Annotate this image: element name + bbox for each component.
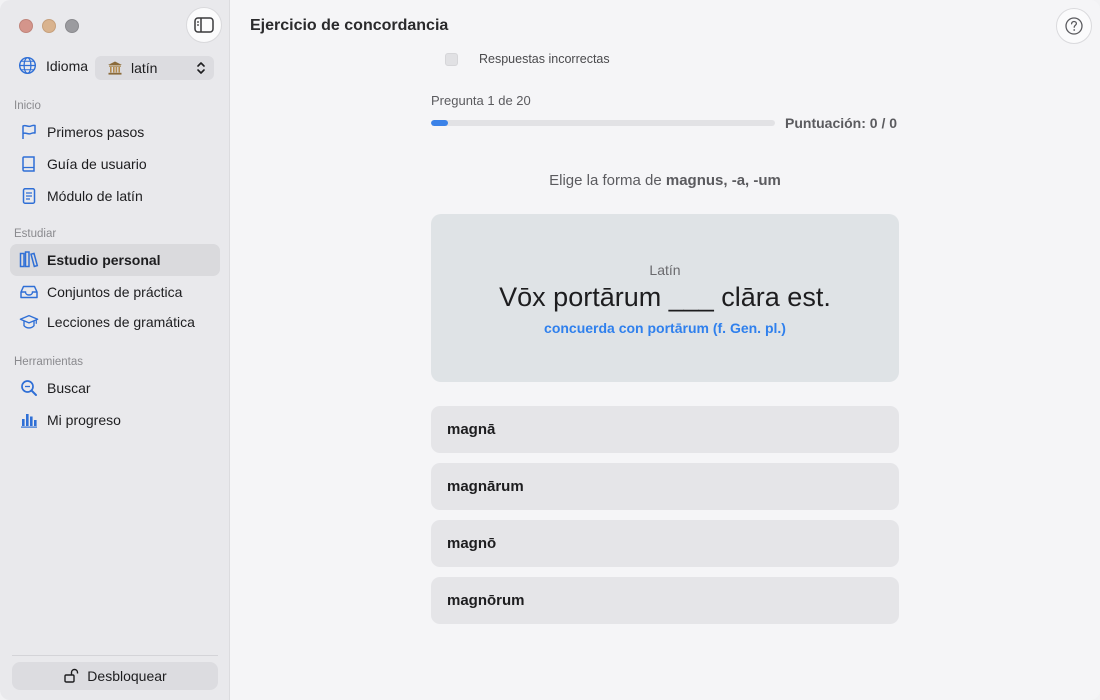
close-window-button[interactable] [19, 19, 33, 33]
language-select[interactable]: latín [95, 56, 214, 80]
incorrect-answers-checkbox[interactable] [445, 52, 458, 66]
temple-icon [108, 61, 122, 75]
sidebar-item-label: Guía de usuario [47, 156, 147, 172]
sidebar-item-label: Lecciones de gramática [47, 314, 195, 330]
sidebar-item-estudio-personal[interactable]: Estudio personal [10, 244, 220, 276]
exercise-prompt: Elige la forma de magnus, -a, -um [431, 172, 899, 189]
progress-bar [431, 120, 775, 126]
sentence-card: Latín Vōx portārum ___ clāra est. concue… [431, 214, 899, 382]
question-counter: Pregunta 1 de 20 [431, 93, 531, 108]
section-title-inicio: Inicio [14, 100, 41, 112]
answer-option[interactable]: magnō [431, 520, 899, 567]
sidebar-item-lecciones-de-gramatica[interactable]: Lecciones de gramática [10, 306, 220, 338]
language-value: latín [131, 60, 158, 76]
score-label: Puntuación: 0 / 0 [785, 115, 898, 131]
bar-chart-icon [21, 414, 37, 428]
section-title-herramientas: Herramientas [14, 356, 84, 368]
sidebar-item-label: Estudio personal [47, 252, 161, 268]
sidebar-item-primeros-pasos[interactable]: Primeros pasos [10, 116, 220, 148]
sidebar-item-guia-de-usuario[interactable]: Guía de usuario [10, 148, 220, 180]
language-label: Idioma [46, 57, 89, 74]
sidebar-toggle-button[interactable] [186, 7, 222, 43]
sidebar-item-conjuntos-de-practica[interactable]: Conjuntos de práctica [10, 276, 220, 308]
language-row: Idioma [18, 56, 88, 75]
card-language: Latín [649, 262, 681, 278]
zoom-window-button[interactable] [65, 19, 79, 33]
sidebar-item-label: Módulo de latín [47, 188, 143, 204]
sidebar-icon [194, 17, 214, 33]
unlock-icon [64, 668, 79, 683]
globe-icon [18, 56, 37, 75]
card-sentence: Vōx portārum ___ clāra est. [499, 282, 831, 312]
window-title: Ejercicio de concordancia [250, 17, 449, 34]
flag-icon [22, 124, 36, 139]
magnifier-icon [21, 380, 37, 396]
progress-fill [431, 120, 449, 126]
sidebar-item-modulo-de-latin[interactable]: Módulo de latín [10, 180, 220, 212]
answer-option[interactable]: magnōrum [431, 577, 899, 624]
answer-option[interactable]: magnā [431, 406, 899, 453]
answer-option[interactable]: magnārum [431, 463, 899, 510]
unlock-button[interactable]: Desbloquear [12, 662, 218, 690]
help-icon [1065, 17, 1083, 35]
window-controls [19, 19, 79, 33]
incorrect-answers-row: Respuestas incorrectas [445, 52, 610, 66]
sidebar-item-label: Buscar [47, 380, 91, 396]
unlock-label: Desbloquear [87, 668, 167, 684]
books-icon [19, 251, 39, 268]
incorrect-answers-label: Respuestas incorrectas [479, 52, 610, 66]
main-content: Ejercicio de concordancia Respuestas inc… [231, 0, 1100, 700]
tray-icon [20, 285, 38, 299]
section-title-estudiar: Estudiar [14, 228, 57, 240]
prompt-word: magnus, -a, -um [665, 172, 781, 189]
minimize-window-button[interactable] [42, 19, 56, 33]
book-icon [22, 156, 35, 172]
app-window: Idioma latín Inicio Primeros pasos Guía … [0, 0, 1100, 700]
help-button[interactable] [1056, 8, 1092, 44]
sidebar-item-mi-progreso[interactable]: Mi progreso [10, 404, 220, 436]
sidebar-item-label: Conjuntos de práctica [47, 284, 183, 300]
sidebar-item-buscar[interactable]: Buscar [10, 372, 220, 404]
sidebar-item-label: Mi progreso [47, 412, 121, 428]
card-hint: concuerda con portārum (f. Gen. pl.) [544, 320, 786, 336]
graduation-cap-icon [19, 314, 39, 329]
chevron-up-down-icon [197, 62, 205, 74]
sidebar: Idioma latín Inicio Primeros pasos Guía … [0, 0, 230, 700]
document-icon [22, 188, 36, 204]
sidebar-divider [12, 655, 218, 656]
prompt-prefix: Elige la forma de [549, 172, 666, 189]
sidebar-item-label: Primeros pasos [47, 124, 145, 140]
